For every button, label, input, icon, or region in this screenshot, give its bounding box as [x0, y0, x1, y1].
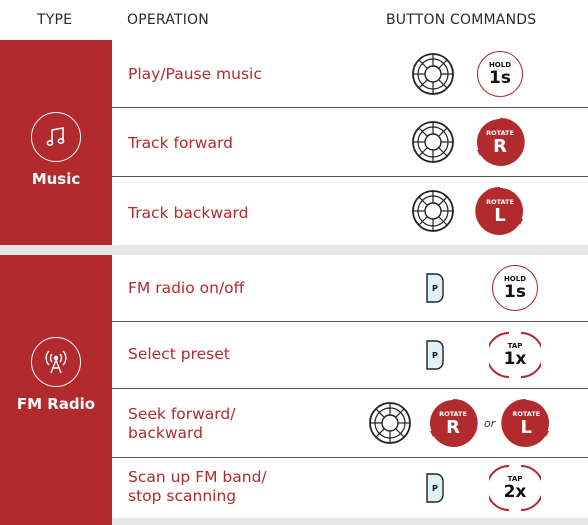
rotate-arrow-icon [477, 117, 525, 166]
section-divider-band [0, 245, 588, 255]
rotate-arrow-icon [430, 398, 478, 447]
type-label-music: Music [31, 170, 81, 188]
operation-label: Track forward [128, 134, 233, 152]
table-row: Seek forward/ backward ROTATE R or ROTAT… [112, 389, 588, 457]
operation-label: Scan up FM band/ stop scanning [128, 468, 267, 506]
table-header: TYPE OPERATION BUTTON COMMANDS [0, 0, 588, 40]
operation-label: Play/Pause music [128, 65, 262, 83]
p-button-label: P [432, 284, 438, 293]
p-button-label: P [432, 484, 438, 493]
hold-badge: HOLD 1s [492, 265, 538, 311]
operation-line: stop scanning [128, 487, 237, 505]
rotate-arrow-icon [475, 186, 523, 235]
operation-line: backward [128, 424, 203, 442]
operation-label: Track backward [128, 204, 249, 222]
operation-label: FM radio on/off [128, 279, 245, 297]
music-note-icon [31, 112, 81, 162]
table-row: Play/Pause music HOLD 1s [112, 40, 588, 107]
table-row: Select preset P TAP 1x [112, 322, 588, 388]
tap-ring-icon [489, 465, 541, 511]
bottom-band [112, 518, 588, 525]
dial-icon [369, 402, 411, 444]
header-button-commands: BUTTON COMMANDS [386, 12, 537, 28]
rotate-arrow-icon [501, 398, 550, 447]
rotate-left-badge: ROTATE L [475, 186, 523, 235]
operation-label: Select preset [128, 345, 230, 363]
type-label-fm-radio: FM Radio [16, 395, 96, 413]
header-operation: OPERATION [127, 12, 209, 28]
dial-icon [412, 121, 454, 163]
dial-icon [412, 52, 454, 95]
operation-label: Seek forward/ backward [128, 405, 235, 443]
tap-ring-icon [489, 332, 541, 378]
radio-tower-icon [31, 337, 81, 387]
table-row: FM radio on/off P HOLD 1s [112, 255, 588, 321]
type-cell-music: Music [0, 40, 112, 245]
operation-line: Seek forward/ [128, 405, 236, 423]
dial-icon [412, 190, 454, 232]
tap-badge: TAP 2x [489, 465, 541, 511]
or-label: or [484, 416, 496, 430]
table-row: Track backward ROTATE L [112, 177, 588, 245]
rotate-right-badge: ROTATE R [477, 117, 525, 166]
rotate-right-badge: ROTATE R [430, 398, 478, 447]
hold-badge: HOLD 1s [477, 50, 523, 97]
badge-value: 1s [504, 282, 526, 302]
p-button-label: P [432, 351, 438, 360]
type-cell-fm-radio: FM Radio [0, 255, 112, 525]
operation-line: Scan up FM band/ [128, 468, 267, 486]
rotate-left-badge: ROTATE L [501, 398, 550, 447]
table-row: Scan up FM band/ stop scanning P TAP 2x [112, 458, 588, 518]
table-row: Track forward ROTATE R [112, 108, 588, 176]
tap-badge: TAP 1x [489, 332, 541, 378]
header-type: TYPE [37, 12, 73, 28]
badge-value: 1s [489, 67, 511, 88]
